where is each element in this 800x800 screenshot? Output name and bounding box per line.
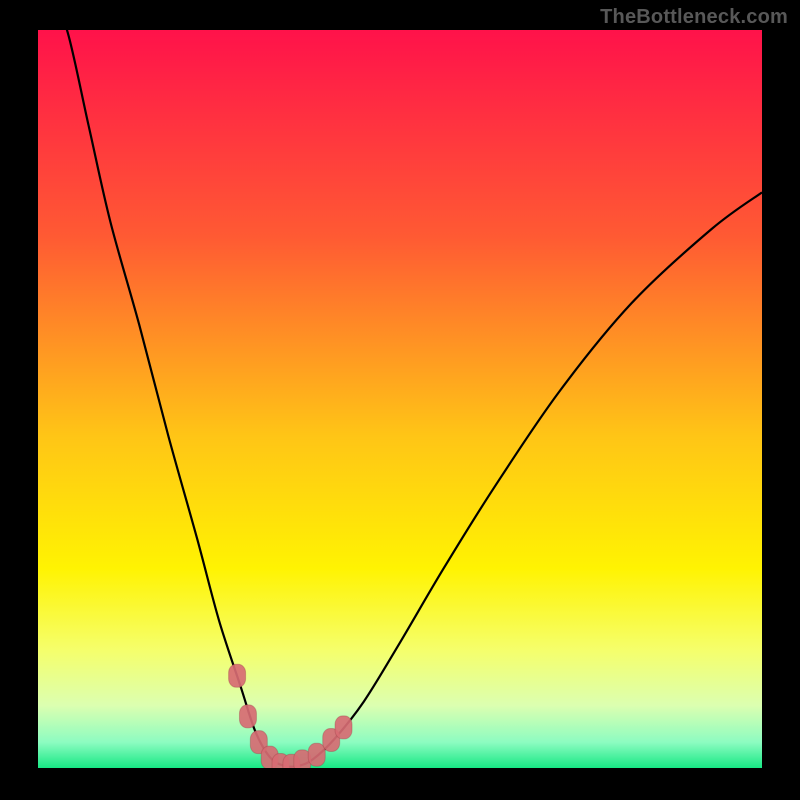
sample-marker: [335, 716, 352, 739]
plot-background: [38, 30, 762, 768]
chart-frame: TheBottleneck.com: [0, 0, 800, 800]
bottleneck-chart: [0, 0, 800, 800]
sample-marker: [308, 743, 325, 766]
sample-marker: [239, 705, 256, 728]
sample-marker: [229, 664, 246, 687]
watermark-text: TheBottleneck.com: [600, 6, 788, 29]
